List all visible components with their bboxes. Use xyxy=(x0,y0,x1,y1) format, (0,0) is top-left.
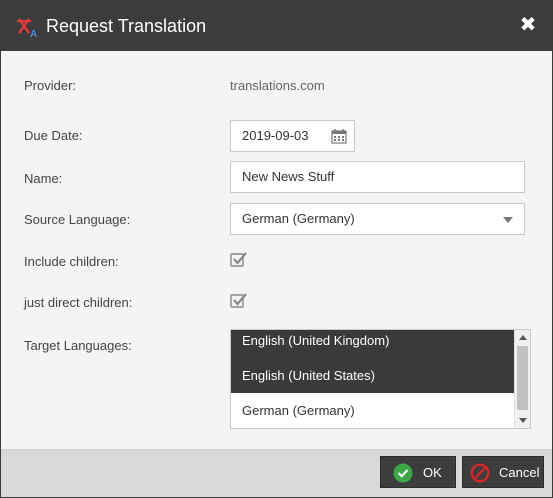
request-translation-dialog: A Request Translation ✖ Provider: transl… xyxy=(0,0,553,498)
name-value: New News Stuff xyxy=(242,169,335,184)
scroll-down-icon[interactable] xyxy=(519,418,527,423)
list-item[interactable]: English (United Kingdom) xyxy=(231,330,515,358)
scrollbar-thumb[interactable] xyxy=(517,346,528,410)
translate-icon: A xyxy=(17,18,37,38)
scroll-up-icon[interactable] xyxy=(519,335,527,340)
svg-text:A: A xyxy=(30,29,37,38)
calendar-icon[interactable] xyxy=(331,128,347,144)
chevron-down-icon xyxy=(503,217,513,223)
dialog-title: Request Translation xyxy=(46,16,207,36)
name-label: Name: xyxy=(24,171,63,186)
include-children-checkbox[interactable] xyxy=(230,251,247,268)
dialog-titlebar: A Request Translation ✖ xyxy=(1,1,552,51)
provider-value: translations.com xyxy=(230,78,325,93)
source-language-select[interactable]: German (Germany) xyxy=(230,203,525,235)
ok-label: OK xyxy=(423,465,442,480)
target-languages-label: Target Languages: xyxy=(24,338,132,353)
cancel-label: Cancel xyxy=(499,465,540,480)
just-direct-children-checkbox[interactable] xyxy=(230,292,247,309)
prohibited-icon xyxy=(470,463,490,483)
dialog-body: Provider: translations.com Due Date: 201… xyxy=(1,51,552,449)
just-direct-children-label: just direct children: xyxy=(24,295,133,310)
due-date-field[interactable]: 2019-09-03 xyxy=(230,120,355,152)
due-date-label: Due Date: xyxy=(24,128,83,143)
listbox-scrollbar[interactable] xyxy=(514,330,530,428)
ok-button[interactable]: OK xyxy=(380,456,456,488)
dialog-footer: OK Cancel xyxy=(1,449,552,497)
source-language-label: Source Language: xyxy=(24,212,131,227)
target-languages-listbox[interactable]: English (United Kingdom) English (United… xyxy=(230,329,531,429)
due-date-value: 2019-09-03 xyxy=(242,128,309,143)
list-item[interactable]: German (Germany) xyxy=(231,393,515,428)
close-icon[interactable]: ✖ xyxy=(518,15,538,35)
provider-label: Provider: xyxy=(24,78,77,93)
source-language-value: German (Germany) xyxy=(242,211,355,226)
name-field[interactable]: New News Stuff xyxy=(230,161,525,193)
check-circle-icon xyxy=(393,463,413,483)
include-children-label: Include children: xyxy=(24,254,119,269)
cancel-button[interactable]: Cancel xyxy=(462,456,544,488)
list-item[interactable]: English (United States) xyxy=(231,358,515,393)
